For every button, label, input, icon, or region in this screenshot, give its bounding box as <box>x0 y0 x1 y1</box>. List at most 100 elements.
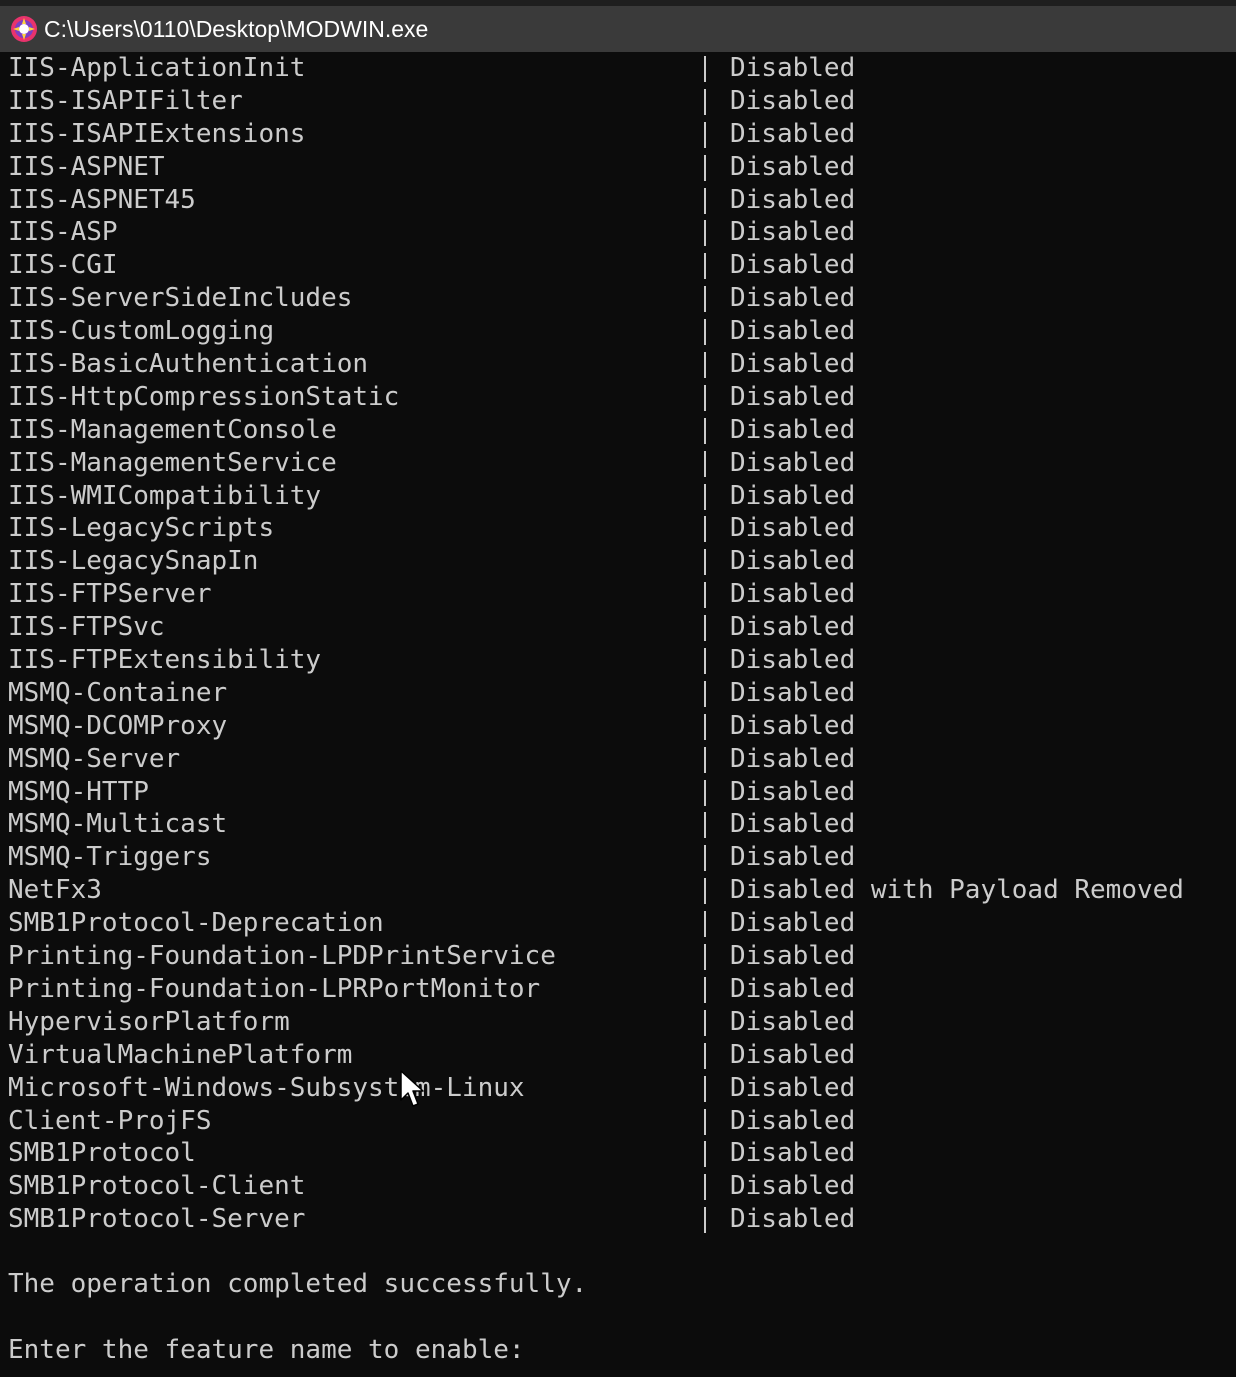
feature-state: Disabled <box>730 381 856 412</box>
feature-name: Printing-Foundation-LPDPrintService <box>8 941 556 972</box>
feature-state: Disabled <box>730 1204 856 1235</box>
feature-name: SMB1Protocol <box>8 1138 196 1169</box>
feature-state: Disabled <box>730 677 856 708</box>
feature-state: Disabled <box>730 612 856 643</box>
result-message: The operation completed successfully. <box>8 1269 588 1299</box>
feature-state: Disabled <box>730 1105 856 1136</box>
column-separator <box>704 483 706 510</box>
feature-name: Client-ProjFS <box>8 1105 212 1136</box>
feature-name: MSMQ-Server <box>8 743 181 774</box>
feature-name: IIS-HttpCompressionStatic <box>8 381 400 412</box>
column-separator <box>704 352 706 379</box>
column-separator <box>704 1009 706 1036</box>
feature-name: IIS-ManagementConsole <box>8 414 337 445</box>
column-separator <box>704 1207 706 1234</box>
column-separator <box>704 845 706 872</box>
feature-name: IIS-ManagementService <box>8 447 337 478</box>
feature-state: Disabled <box>730 1138 856 1169</box>
feature-state: Disabled <box>730 842 856 873</box>
feature-name: MSMQ-DCOMProxy <box>8 710 228 741</box>
console-window: C:\Users\0110\Desktop\MODWIN.exe IIS-App… <box>0 0 1236 1377</box>
column-separator <box>704 976 706 1003</box>
column-separator <box>704 56 706 82</box>
feature-state: Disabled <box>730 908 856 939</box>
feature-name: IIS-ServerSideIncludes <box>8 283 353 314</box>
feature-state: Disabled <box>730 85 856 116</box>
column-separator <box>704 1042 706 1069</box>
feature-state: Disabled <box>730 546 856 577</box>
feature-name: IIS-FTPServer <box>8 579 212 610</box>
feature-state: Disabled <box>730 250 856 281</box>
feature-state: Disabled <box>730 973 856 1004</box>
column-separator <box>704 615 706 642</box>
feature-state: Disabled <box>730 710 856 741</box>
feature-state: Disabled <box>730 316 856 347</box>
column-separator <box>704 944 706 971</box>
column-separator <box>704 121 706 148</box>
feature-state: Disabled <box>730 1039 856 1070</box>
column-separator <box>704 1075 706 1102</box>
console-output[interactable]: IIS-ApplicationInit Disabled IIS-ISAPIFilt… <box>0 52 1236 1377</box>
column-separator <box>704 450 706 477</box>
title-bar[interactable]: C:\Users\0110\Desktop\MODWIN.exe <box>0 0 1236 52</box>
feature-state: Disabled <box>730 184 856 215</box>
feature-state: Disabled <box>730 809 856 840</box>
feature-state: Disabled <box>730 776 856 807</box>
app-icon <box>11 16 37 42</box>
input-prompt[interactable]: Enter the feature name to enable: <box>8 1334 525 1367</box>
column-separator <box>704 779 706 806</box>
column-separator <box>704 1108 706 1135</box>
feature-name: IIS-FTPSvc <box>8 612 165 643</box>
feature-state: Disabled <box>730 217 856 248</box>
feature-state: Disabled <box>730 1006 856 1037</box>
feature-state: Disabled <box>730 447 856 478</box>
feature-name: IIS-BasicAuthentication <box>8 349 369 380</box>
column-separator <box>704 1174 706 1201</box>
feature-name: Microsoft-Windows-Subsystem-Linux <box>8 1072 525 1103</box>
column-separator <box>704 648 706 675</box>
feature-name: IIS-FTPExtensibility <box>8 645 322 676</box>
column-separator <box>704 516 706 543</box>
feature-name: IIS-LegacyScripts <box>8 513 275 544</box>
feature-state: Disabled <box>730 283 856 314</box>
feature-name: IIS-ISAPIFilter <box>8 85 243 116</box>
feature-state: Disabled <box>730 118 856 149</box>
column-separator <box>704 253 706 280</box>
feature-name: Printing-Foundation-LPRPortMonitor <box>8 973 541 1004</box>
feature-name: MSMQ-Triggers <box>8 842 212 873</box>
feature-state: Disabled <box>730 414 856 445</box>
column-separator <box>704 549 706 576</box>
column-separator <box>704 417 706 444</box>
feature-name: SMB1Protocol-Client <box>8 1171 306 1202</box>
feature-name: IIS-LegacySnapIn <box>8 546 259 577</box>
feature-state: Disabled <box>730 645 856 676</box>
feature-state: Disabled <box>730 151 856 182</box>
feature-name: SMB1Protocol-Deprecation <box>8 908 384 939</box>
feature-state: Disabled <box>730 480 856 511</box>
feature-name: IIS-WMICompatibility <box>8 480 322 511</box>
column-separator <box>704 582 706 609</box>
column-separator <box>704 746 706 773</box>
column-separator <box>704 154 706 181</box>
column-separator <box>704 1141 706 1168</box>
feature-name: SMB1Protocol-Server <box>8 1204 306 1235</box>
column-separator <box>704 911 706 938</box>
column-separator <box>704 88 706 115</box>
column-separator <box>704 878 706 905</box>
feature-state: Disabled <box>730 743 856 774</box>
mouse-pointer-icon <box>400 1070 424 1107</box>
feature-state: Disabled <box>730 579 856 610</box>
feature-state: Disabled <box>730 349 856 380</box>
feature-name: HypervisorPlatform <box>8 1006 290 1037</box>
column-separator <box>704 680 706 707</box>
feature-state: Disabled <box>730 1072 856 1103</box>
feature-name: MSMQ-HTTP <box>8 776 149 807</box>
feature-name: IIS-CustomLogging <box>8 316 275 347</box>
window-title: C:\Users\0110\Desktop\MODWIN.exe <box>44 15 429 42</box>
feature-name: IIS-ASP <box>8 217 118 248</box>
feature-state: Disabled <box>730 53 856 83</box>
feature-name: MSMQ-Container <box>8 677 228 708</box>
feature-name: VirtualMachinePlatform <box>8 1039 353 1070</box>
column-separator <box>704 812 706 839</box>
feature-state: Disabled <box>730 1171 856 1202</box>
